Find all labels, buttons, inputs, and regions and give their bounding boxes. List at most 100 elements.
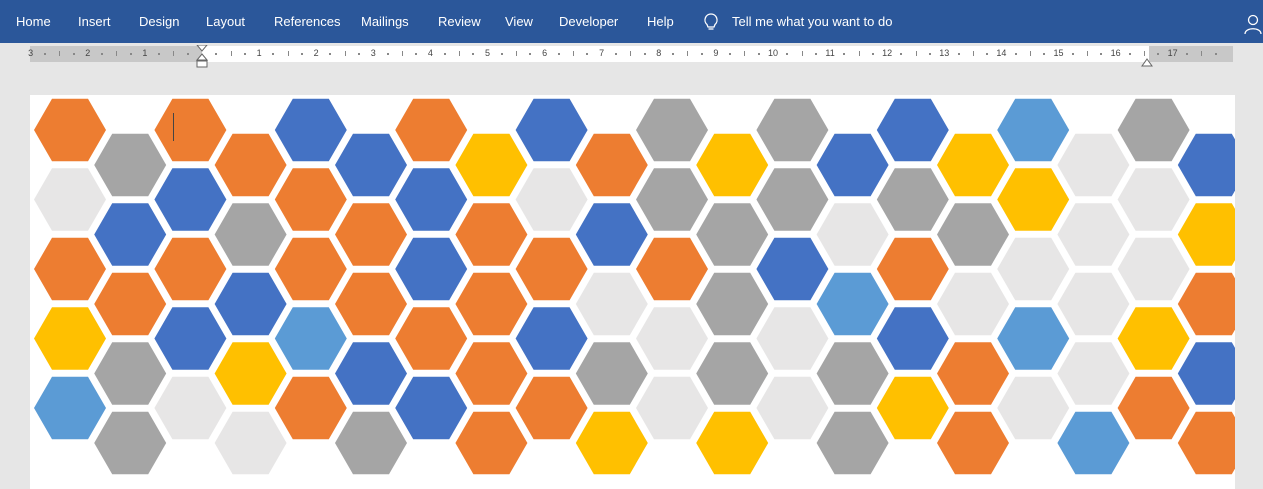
hexagon-shape[interactable] [696, 133, 769, 197]
hexagon-shape[interactable] [154, 307, 227, 370]
tab-design[interactable]: Design [139, 0, 179, 43]
hexagon-shape[interactable] [395, 307, 468, 370]
hexagon-shape[interactable] [515, 376, 588, 440]
hexagon-shape[interactable] [937, 272, 1009, 336]
hexagon-shape[interactable] [756, 237, 829, 301]
hexagon-shape[interactable] [696, 272, 769, 336]
hexagon-shape[interactable] [214, 411, 287, 475]
hexagon-shape[interactable] [636, 98, 708, 162]
hexagon-shape[interactable] [94, 272, 167, 336]
hexagon-shape[interactable] [696, 411, 769, 475]
hexagon-shape[interactable] [636, 168, 708, 231]
hexagon-shape[interactable] [816, 272, 889, 336]
lightbulb-icon[interactable] [701, 12, 721, 32]
hexagon-shape[interactable] [455, 411, 528, 475]
person-icon[interactable] [1243, 14, 1263, 34]
hexagon-shape[interactable] [816, 342, 889, 405]
hexagon-shape[interactable] [816, 133, 889, 197]
hexagon-shape[interactable] [636, 376, 708, 440]
hexagon-shape[interactable] [214, 133, 287, 197]
tab-help[interactable]: Help [647, 0, 674, 43]
hexagon-shape[interactable] [876, 376, 949, 440]
hexagon-shape[interactable] [1057, 411, 1130, 475]
hexagon-shape[interactable] [154, 376, 227, 440]
hexagon-shape[interactable] [274, 237, 347, 301]
hexagon-shape[interactable] [636, 307, 708, 370]
tab-developer[interactable]: Developer [559, 0, 618, 43]
hexagon-shape[interactable] [1177, 133, 1235, 197]
tab-insert[interactable]: Insert [78, 0, 111, 43]
hexagon-shape[interactable] [214, 272, 287, 336]
hexagon-shape[interactable] [34, 376, 106, 440]
hexagon-shape[interactable] [214, 203, 287, 266]
hexagon-shape[interactable] [455, 203, 528, 266]
hexagon-shape[interactable] [756, 376, 829, 440]
horizontal-ruler[interactable]: 3 2 1 1 2 3 4 5 6 7 8 9 10 11 12 13 14 15 16 17 [28, 46, 1233, 62]
hexagon-shape[interactable] [1057, 133, 1130, 197]
hexagon-shape[interactable] [876, 307, 949, 370]
hexagon-shape[interactable] [455, 272, 528, 336]
hexagon-shape[interactable] [937, 342, 1009, 405]
hexagon-shape[interactable] [937, 203, 1009, 266]
hexagon-shape[interactable] [575, 411, 648, 475]
hexagon-shape[interactable] [756, 168, 829, 231]
tab-view[interactable]: View [505, 0, 533, 43]
hexagon-shape[interactable] [154, 168, 227, 231]
hexagon-shape[interactable] [395, 98, 468, 162]
hexagon-shape[interactable] [34, 237, 106, 301]
hexagon-shape[interactable] [34, 98, 106, 162]
hexagon-shape[interactable] [94, 203, 167, 266]
hexagon-shape[interactable] [1117, 237, 1190, 301]
hexagon-shape[interactable] [335, 203, 407, 266]
hexagon-shape[interactable] [575, 133, 648, 197]
tab-references[interactable]: References [274, 0, 340, 43]
hexagon-shape[interactable] [696, 203, 769, 266]
hexagon-shape[interactable] [1117, 376, 1190, 440]
hexagon-shape[interactable] [154, 237, 227, 301]
hexagon-shape[interactable] [34, 168, 106, 231]
hexagon-shape[interactable] [1177, 411, 1235, 475]
hexagon-shape[interactable] [94, 342, 167, 405]
hexagon-shape[interactable] [575, 272, 648, 336]
hexagon-shape[interactable] [756, 98, 829, 162]
hexagon-shape[interactable] [335, 342, 407, 405]
hexagon-shape[interactable] [1057, 272, 1130, 336]
hexagon-shape[interactable] [395, 168, 468, 231]
hexagon-shape[interactable] [937, 133, 1009, 197]
hexagon-shape[interactable] [876, 237, 949, 301]
hexagon-shape[interactable] [1057, 203, 1130, 266]
hexagon-shape[interactable] [997, 376, 1070, 440]
hexagon-shape[interactable] [1177, 272, 1235, 336]
hexagon-shape[interactable] [997, 168, 1070, 231]
first-line-indent-marker[interactable] [196, 45, 208, 69]
hexagon-shape[interactable] [274, 376, 347, 440]
tab-mailings[interactable]: Mailings [361, 0, 409, 43]
hexagon-shape[interactable] [515, 237, 588, 301]
hexagon-shape[interactable] [94, 133, 167, 197]
hexagon-shape[interactable] [816, 411, 889, 475]
right-indent-marker[interactable] [1141, 52, 1153, 76]
hexagon-shape[interactable] [1057, 342, 1130, 405]
hexagon-shape[interactable] [1117, 98, 1190, 162]
hexagon-shape[interactable] [636, 237, 708, 301]
hexagon-shape[interactable] [575, 342, 648, 405]
hexagon-shape[interactable] [274, 98, 347, 162]
hexagon-shape[interactable] [515, 307, 588, 370]
hexagon-shape[interactable] [997, 98, 1070, 162]
tell-me-search[interactable]: Tell me what you want to do [732, 0, 892, 43]
hexagon-shape[interactable] [696, 342, 769, 405]
hexagon-shape[interactable] [455, 342, 528, 405]
hexagon-shape[interactable] [154, 98, 227, 162]
hexagon-shape[interactable] [94, 411, 167, 475]
hexagon-shape[interactable] [1117, 168, 1190, 231]
hexagon-shape[interactable] [756, 307, 829, 370]
hexagon-shape[interactable] [515, 168, 588, 231]
hexagon-shape[interactable] [1177, 342, 1235, 405]
hexagon-shape[interactable] [214, 342, 287, 405]
hexagon-shape[interactable] [1177, 203, 1235, 266]
hexagon-shape[interactable] [335, 272, 407, 336]
hexagon-shape[interactable] [274, 168, 347, 231]
hexagon-shape[interactable] [395, 376, 468, 440]
hexagon-shape[interactable] [335, 133, 407, 197]
hexagon-shape[interactable] [274, 307, 347, 370]
